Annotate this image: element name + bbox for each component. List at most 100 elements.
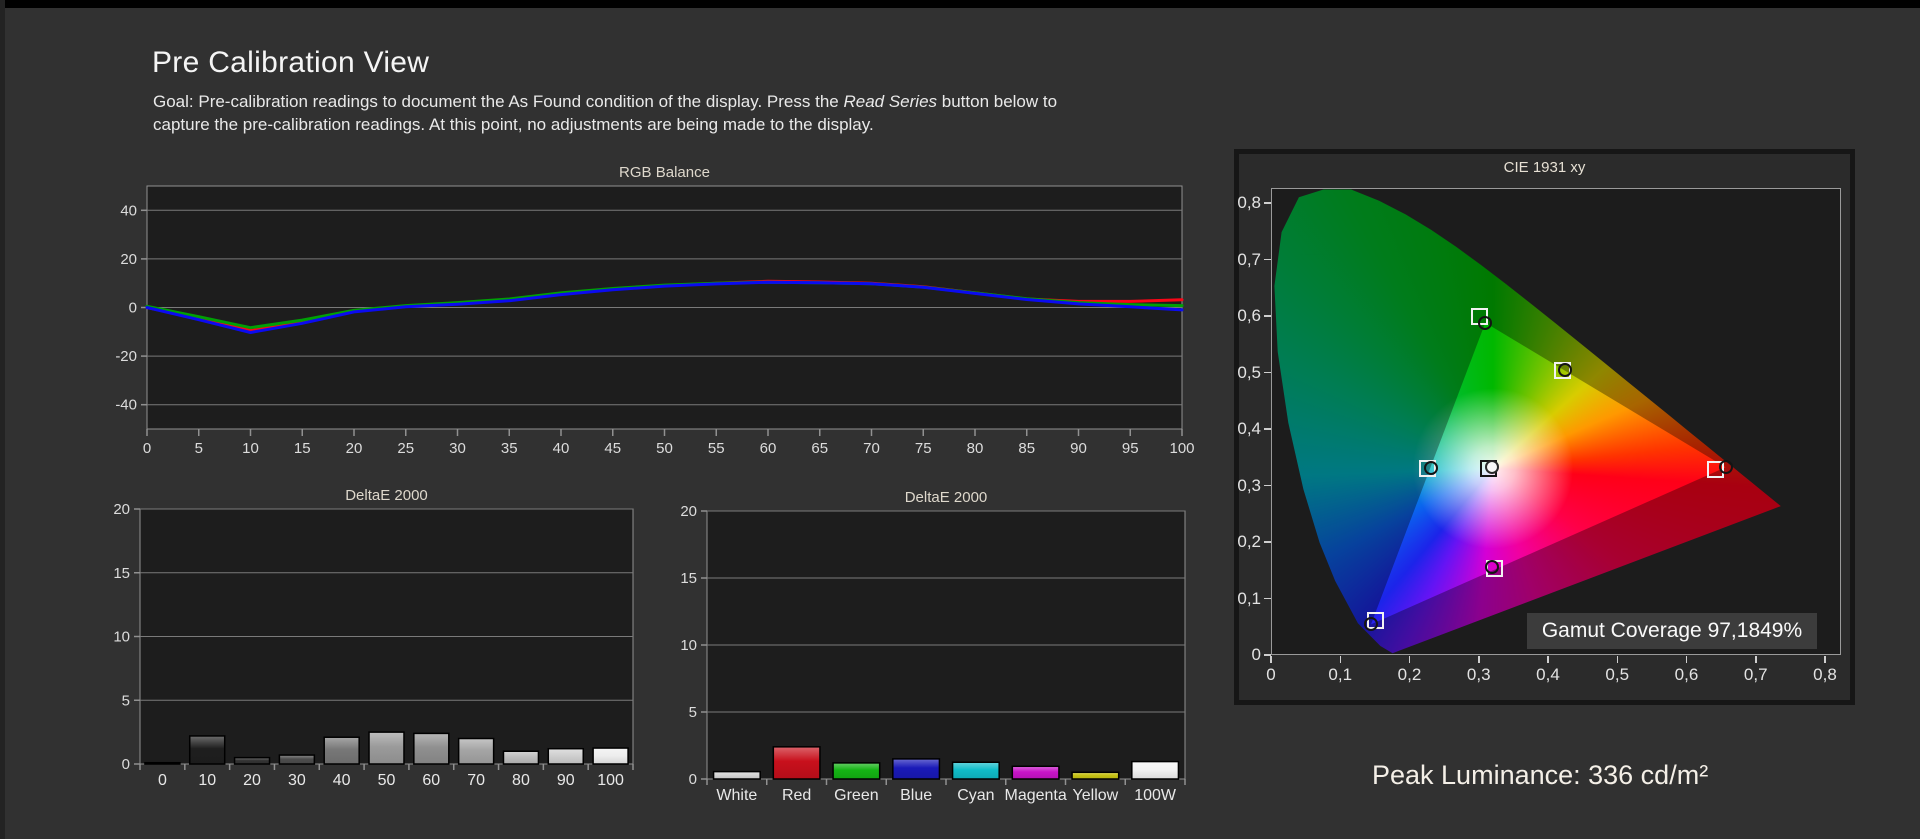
bar-80 [502, 750, 540, 765]
cie-y-tick-label: 0,4 [1237, 419, 1261, 438]
cie-x-tick-label: 0 [1266, 665, 1276, 684]
goal-part2: button below to [937, 92, 1058, 111]
bar-100w [1131, 760, 1180, 780]
y-axis-tick-label: 0 [129, 300, 137, 317]
cie-x-tick [1616, 656, 1618, 663]
y-axis-tick-label: 0 [689, 771, 697, 788]
bar-blue [892, 758, 941, 780]
y-axis-tick-label: 40 [120, 202, 137, 219]
bar-category-label: Magenta [1004, 787, 1066, 804]
bar-0 [144, 761, 181, 765]
cie-y-tick-label: 0,2 [1237, 532, 1261, 551]
cie-y-tick [1264, 258, 1271, 261]
x-axis-tick-label: 10 [242, 440, 259, 457]
cie-y-tick [1264, 202, 1271, 204]
bar-category-label: 70 [467, 772, 485, 789]
cie-x-tick-label: 0,4 [1536, 665, 1560, 684]
deltae-colors-chart: 0 5 10 15 20 DeltaE 2000 White Red Green Blue Cyan… [680, 489, 1186, 804]
x-axis-tick-label: 20 [346, 440, 363, 457]
goal-line2: capture the pre-calibration readings. At… [153, 115, 874, 134]
cie-y-tick [1264, 371, 1271, 374]
bar-cyan [951, 761, 1000, 780]
cie-y-tick-label: 0,7 [1237, 249, 1261, 269]
y-axis-tick-label: -40 [115, 397, 137, 414]
cie-chart-title: CIE 1931 xy [1503, 159, 1586, 176]
cie-y-tick [1264, 597, 1271, 600]
bar-category-label: 90 [557, 772, 575, 789]
x-axis-tick-label: 95 [1122, 440, 1139, 457]
bar-40 [323, 736, 360, 765]
cie-y-tick [1264, 315, 1271, 317]
bar-category-label: 0 [158, 772, 167, 789]
bar-category-label: Green [834, 787, 878, 804]
cie-x-tick-label: 0,5 [1605, 665, 1630, 684]
x-axis-tick-label: 55 [708, 440, 725, 457]
cie-x-tick-label: 0,8 [1813, 665, 1837, 684]
x-axis-tick-label: 80 [967, 440, 984, 457]
bar-white [712, 770, 761, 780]
cie-y-tick [1264, 484, 1271, 487]
rgb-balance-chart: 40 20 0 -20 -40 RGB Balance 0 5 10 15 20 25 30 35 40 45… [115, 164, 1194, 457]
x-axis-tick-label: 25 [397, 440, 414, 457]
cie-x-tick [1478, 656, 1480, 663]
x-axis-tick-label: 40 [553, 440, 570, 457]
chart-title: RGB Balance [619, 164, 710, 181]
bar-red [772, 746, 821, 780]
bar-100 [592, 747, 629, 765]
goal-part1: Goal: Pre-calibration readings to docume… [153, 92, 844, 111]
x-axis-tick-label: 60 [760, 440, 777, 457]
y-axis-tick-label: 15 [680, 570, 697, 587]
cie-y-tick [1264, 654, 1271, 656]
chart-title: DeltaE 2000 [345, 487, 428, 504]
bar-category-label: 10 [198, 772, 216, 789]
x-axis-tick-label: 5 [195, 440, 203, 457]
y-axis-tick-label: 5 [689, 704, 697, 721]
cie-y-tick [1264, 541, 1271, 543]
y-axis-tick-label: 20 [120, 251, 137, 268]
y-axis-tick-label: 0 [122, 756, 130, 773]
bar-yellow [1071, 771, 1120, 780]
cie-y-tick-label: 0 [1251, 645, 1261, 664]
cie-y-tick-label: 0,3 [1237, 475, 1261, 495]
bar-60 [413, 732, 450, 765]
bar-category-label: Cyan [957, 787, 994, 804]
bar-category-label: 80 [512, 772, 530, 789]
page-title: Pre Calibration View [152, 46, 430, 79]
bar-20 [233, 756, 271, 765]
goal-text: Goal: Pre-calibration readings to docume… [153, 90, 1293, 136]
bar-green [832, 762, 881, 780]
bar-category-label: White [716, 787, 757, 804]
y-axis-tick-label: 10 [113, 629, 130, 646]
bar-category-label: Blue [900, 787, 932, 804]
bar-category-label: 20 [243, 772, 261, 789]
cie-x-tick [1755, 656, 1757, 663]
cie-axes: 0 0,1 0,2 0,3 0,4 0,5 0,6 0,7 0,8 0 0,1 0,2 0,3 0,4 0,… [1237, 188, 1841, 684]
y-axis-tick-label: -20 [115, 348, 137, 365]
bar-category-label: Red [782, 787, 811, 804]
y-axis-tick-label: 10 [680, 637, 697, 654]
bar-70 [457, 737, 495, 765]
cie-y-tick-label: 0,1 [1237, 588, 1261, 608]
y-axis-tick-label: 15 [113, 565, 130, 582]
bar-90 [547, 747, 585, 765]
bar-category-label: 40 [333, 772, 351, 789]
bar-10 [188, 735, 226, 765]
bar-category-label: Yellow [1073, 787, 1119, 804]
bar-50 [368, 731, 405, 765]
cie-y-tick [1264, 428, 1271, 430]
x-axis-tick-label: 85 [1018, 440, 1035, 457]
bar-category-label: 100 [597, 772, 624, 789]
chart-title: DeltaE 2000 [905, 489, 988, 506]
left-edge-strip [0, 0, 5, 839]
deltae-grayscale-chart: 0 5 10 15 20 DeltaE 2000 0 10 20 30 40 50 60 70 80 90 10… [113, 487, 634, 789]
cie-x-tick [1547, 656, 1549, 663]
cie-y-tick-label: 0,6 [1237, 306, 1261, 325]
cie-y-tick-label: 0,5 [1237, 362, 1261, 382]
x-axis-tick-label: 90 [1070, 440, 1087, 457]
cie-x-tick [1408, 656, 1411, 663]
bar-category-label: 30 [288, 772, 306, 789]
bar-30 [278, 754, 316, 765]
y-axis-tick-label: 20 [113, 501, 130, 518]
bar-category-label: 60 [422, 772, 440, 789]
cie-x-tick-label: 0,2 [1397, 665, 1422, 684]
